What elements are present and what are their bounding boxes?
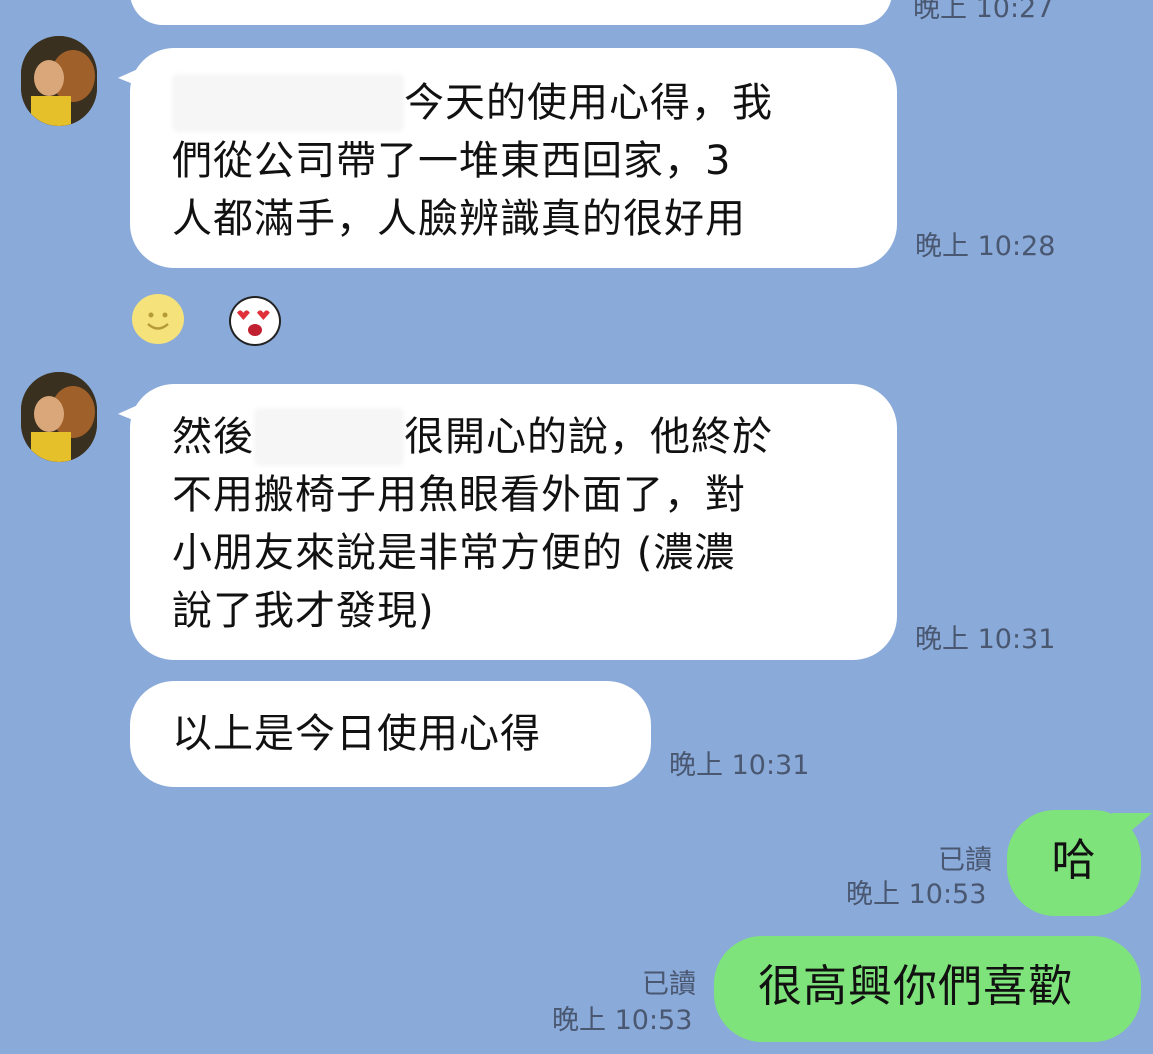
message-bubble[interactable]: 很高興你們喜歡: [714, 936, 1141, 1042]
heart-eyes-emoji-icon[interactable]: [229, 296, 281, 346]
message-line: 小朋友來說是非常方便的 (濃濃: [172, 530, 736, 576]
message-time: 晚上 10:31: [915, 624, 1056, 655]
avatar-photo: [21, 36, 97, 126]
contact-avatar[interactable]: [21, 372, 97, 462]
heart-eyes-face-icon: [237, 310, 270, 336]
smile-emoji-icon[interactable]: [132, 294, 184, 344]
redacted-name: [254, 408, 404, 466]
message-line: 今天的使用心得，我: [404, 80, 773, 126]
avatar-photo: [21, 372, 97, 462]
message-bubble[interactable]: 以上是今日使用心得: [130, 681, 651, 787]
message-bubble-cropped[interactable]: [130, 0, 892, 25]
message-line: 們從公司帶了一堆東西回家，3: [172, 138, 732, 184]
message-line: 然後: [172, 414, 254, 460]
message-text: 以上是今日使用心得: [172, 711, 541, 757]
contact-avatar[interactable]: [21, 36, 97, 126]
message-text: 很高興你們喜歡: [758, 961, 1073, 1012]
message-bubble[interactable]: 然後 很開心的說，他終於 不用搬椅子用魚眼看外面了，對 小朋友來說是非常方便的 …: [130, 384, 897, 660]
message-line: 不用搬椅子用魚眼看外面了，對: [172, 472, 746, 518]
message-time: 晚上 10:53: [552, 1005, 693, 1036]
message-bubble[interactable]: ▓▓▓▓▓今天的使用心得，我 們從公司帶了一堆東西回家，3 人都滿手，人臉辨識真…: [130, 48, 897, 268]
message-time: 晚上 10:27: [913, 0, 1054, 24]
read-receipt: 已讀: [642, 969, 696, 1000]
smile-face-icon: [147, 312, 169, 330]
bubble-tail: [1112, 813, 1152, 847]
message-time: 晚上 10:31: [669, 750, 810, 781]
message-line: 說了我才發現): [172, 588, 435, 634]
message-time: 晚上 10:28: [915, 231, 1056, 262]
message-line: 很開心的說，他終於: [404, 414, 773, 460]
message-line: 人都滿手，人臉辨識真的很好用: [172, 196, 746, 242]
redacted-name: ▓▓▓▓▓: [172, 74, 404, 132]
message-time: 晚上 10:53: [846, 879, 987, 910]
